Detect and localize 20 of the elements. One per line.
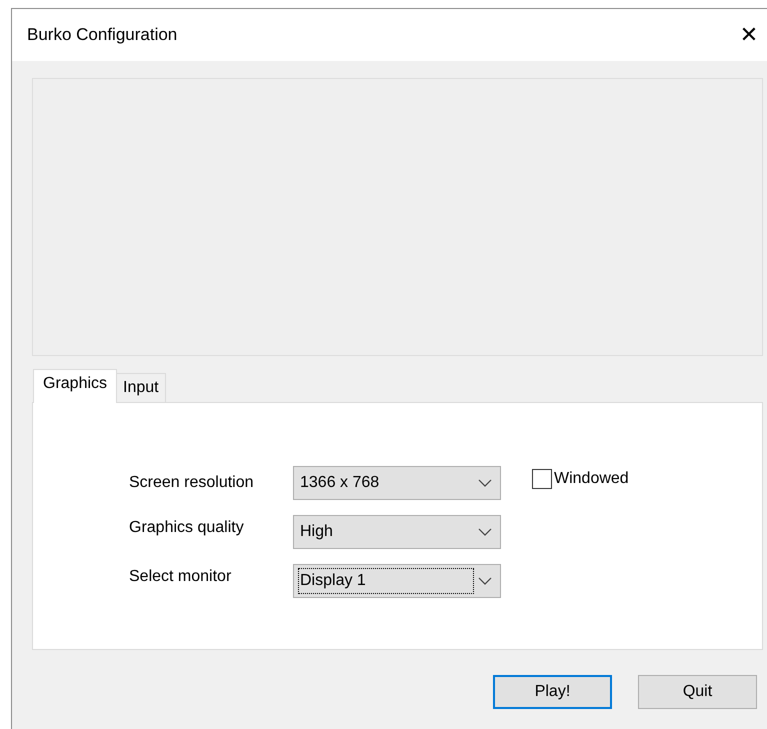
chevron-down-icon [478, 528, 492, 536]
dropdown[interactable]: High [293, 515, 501, 549]
tab[interactable]: Input [117, 373, 166, 402]
setting-label: Select monitor [129, 567, 232, 587]
dialog-button[interactable]: Play! [493, 675, 612, 709]
dialog-button[interactable]: Quit [638, 675, 757, 709]
dropdown-value: High [299, 522, 334, 542]
dropdown[interactable]: Display 1 [293, 564, 501, 598]
checkbox-label: Windowed [554, 469, 629, 489]
tab[interactable]: Graphics [33, 369, 118, 403]
window-title: Burko Configuration [27, 24, 178, 46]
dropdown-value: 1366 x 768 [299, 473, 380, 493]
setting-label: Screen resolution [129, 473, 255, 493]
chevron-down-icon [478, 479, 492, 487]
dropdown[interactable]: 1366 x 768 [293, 466, 501, 500]
close-button[interactable]: ✕ [733, 19, 765, 51]
setting-label: Graphics quality [129, 518, 245, 538]
chevron-down-icon [478, 577, 492, 585]
windowed-checkbox[interactable] [532, 469, 552, 489]
dropdown-value: Display 1 [298, 568, 474, 594]
